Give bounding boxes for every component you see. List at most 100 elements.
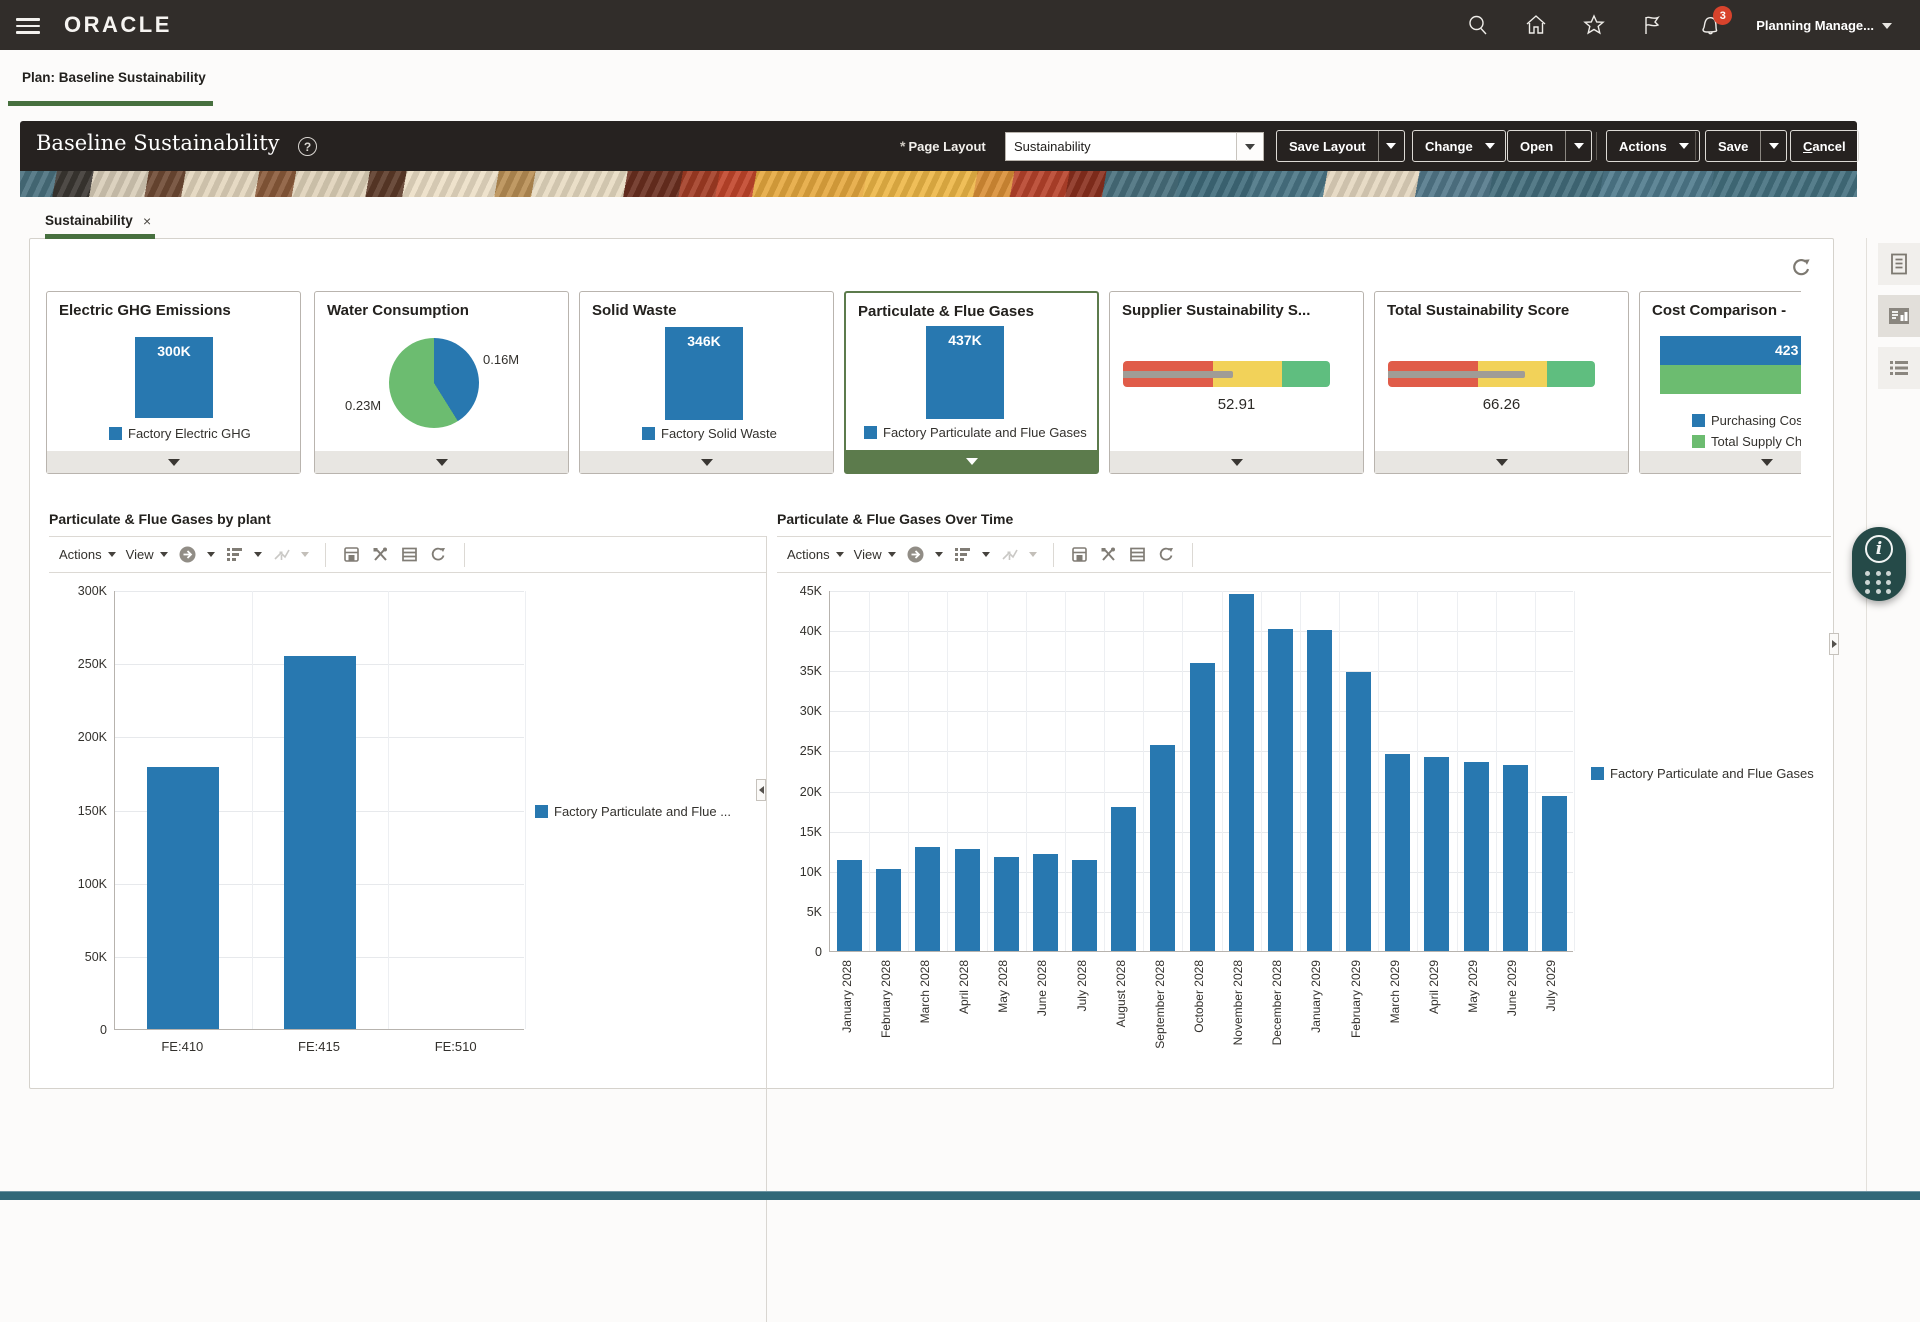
rail-dashboard-icon[interactable] — [1878, 295, 1920, 337]
bar-March 2028[interactable] — [915, 847, 940, 951]
bar-July 2028[interactable] — [1072, 860, 1097, 951]
chart-splitter[interactable] — [766, 536, 767, 1322]
save-layout-button[interactable]: Save Layout — [1276, 130, 1405, 162]
panel-expand-icon[interactable] — [1829, 633, 1839, 655]
bar-March 2029[interactable] — [1385, 754, 1410, 951]
x-axis-label: FE:415 — [251, 1039, 388, 1054]
bar-June 2029[interactable] — [1503, 765, 1528, 951]
save-button[interactable]: Save — [1705, 130, 1787, 162]
bar-May 2028[interactable] — [994, 857, 1019, 951]
chart-panel-over-time: Particulate & Flue Gases Over Time Actio… — [769, 506, 1831, 1091]
bar-January 2029[interactable] — [1307, 630, 1332, 951]
bar-September 2028[interactable] — [1150, 745, 1175, 951]
tile-expander[interactable] — [1640, 451, 1801, 473]
bar-October 2028[interactable] — [1190, 663, 1215, 951]
page-layout-select[interactable]: Sustainability — [1005, 132, 1237, 161]
tab-sustainability-underline — [45, 234, 155, 239]
bar-FE:410[interactable] — [147, 767, 219, 1029]
navigation-menu-icon[interactable] — [16, 14, 40, 36]
tile-expander[interactable] — [846, 450, 1097, 472]
x-axis-label: September 2028 — [1153, 960, 1167, 1049]
open-dropdown-icon[interactable] — [1565, 131, 1591, 161]
y-axis-tick: 35K — [767, 664, 822, 678]
bar-FE:415[interactable] — [284, 656, 356, 1029]
bar-May 2029[interactable] — [1464, 762, 1489, 951]
dashboard-panel: Electric GHG Emissions 300K Factory Elec… — [29, 238, 1834, 1089]
tile-expander[interactable] — [47, 451, 300, 473]
y-axis-tick: 0 — [52, 1023, 107, 1037]
tab-close-icon[interactable]: × — [143, 213, 151, 229]
watchlist-flag-icon[interactable] — [1640, 13, 1664, 37]
favorites-star-icon[interactable] — [1582, 13, 1606, 37]
open-button[interactable]: Open — [1507, 130, 1592, 162]
bar-August 2028[interactable] — [1111, 807, 1136, 951]
y-axis-tick: 45K — [767, 584, 822, 598]
tile-total-sustainability-score[interactable]: Total Sustainability Score 66.26 — [1374, 291, 1629, 474]
tile-expander[interactable] — [1110, 451, 1363, 473]
plan-page-tab[interactable]: Plan: Baseline Sustainability — [22, 70, 206, 85]
tile-legend: Total Supply Ch — [1692, 434, 1801, 449]
bar-April 2028[interactable] — [955, 849, 980, 951]
hbar-total-supply — [1660, 365, 1801, 394]
search-icon[interactable] — [1466, 13, 1490, 37]
tab-sustainability[interactable]: Sustainability — [45, 213, 133, 228]
actions-dropdown-icon[interactable] — [1679, 143, 1689, 149]
gridline — [947, 591, 948, 951]
gridline — [830, 631, 1573, 632]
gridline — [1300, 591, 1301, 951]
home-icon[interactable] — [1524, 13, 1548, 37]
bar-December 2028[interactable] — [1268, 629, 1293, 951]
save-layout-dropdown-icon[interactable] — [1378, 131, 1404, 161]
info-icon[interactable]: i — [1865, 535, 1893, 563]
bar-January 2028[interactable] — [837, 860, 862, 951]
notifications-bell-icon[interactable]: 3 — [1698, 13, 1722, 37]
legend-swatch — [535, 805, 548, 818]
rail-page-layout-icon[interactable] — [1878, 243, 1920, 285]
chart-legend: Factory Particulate and Flue ... — [535, 804, 731, 819]
rail-list-icon[interactable] — [1878, 347, 1920, 389]
splitter-collapse-icon[interactable] — [756, 779, 766, 801]
bar-February 2029[interactable] — [1346, 672, 1371, 951]
tile-expander[interactable] — [315, 451, 568, 473]
x-axis-label: November 2028 — [1231, 960, 1245, 1045]
bar-November 2028[interactable] — [1229, 594, 1254, 951]
tile-water-consumption[interactable]: Water Consumption 0.16M 0.23M — [314, 291, 569, 474]
x-axis-label: January 2028 — [840, 960, 854, 1033]
change-button[interactable]: Change — [1412, 130, 1506, 162]
assistant-widget[interactable]: i — [1852, 527, 1906, 601]
y-axis-tick: 15K — [767, 825, 822, 839]
bar-July 2029[interactable] — [1542, 796, 1567, 951]
user-menu[interactable]: Planning Manage... — [1756, 18, 1892, 33]
tile-electric-ghg-emissions[interactable]: Electric GHG Emissions 300K Factory Elec… — [46, 291, 301, 474]
tile-particulate-flue-gases[interactable]: Particulate & Flue Gases 437K Factory Pa… — [844, 291, 1099, 474]
page: ORACLE 3 Planning Manage... — [0, 0, 1920, 1200]
tile-cost-comparison[interactable]: Cost Comparison - 423 Purchasing Cos Tot… — [1639, 291, 1801, 474]
pie-label-blue: 0.16M — [483, 352, 519, 367]
tile-supplier-sustainability-score[interactable]: Supplier Sustainability S... 52.91 — [1109, 291, 1364, 474]
gridline — [1339, 591, 1340, 951]
gauge-needle — [1123, 371, 1233, 378]
tile-solid-waste[interactable]: Solid Waste 346K Factory Solid Waste — [579, 291, 834, 474]
refresh-icon[interactable] — [1788, 255, 1814, 281]
gridline — [1143, 591, 1144, 951]
actions-button[interactable]: Actions — [1606, 130, 1700, 162]
x-axis-label: July 2029 — [1544, 960, 1558, 1011]
x-axis-label: February 2029 — [1349, 960, 1363, 1038]
bar-April 2029[interactable] — [1424, 757, 1449, 951]
legend-swatch — [642, 427, 655, 440]
gridline — [252, 591, 253, 1029]
page-layout-dropdown-icon[interactable] — [1236, 132, 1264, 161]
tile-title: Solid Waste — [592, 302, 676, 319]
bar-February 2028[interactable] — [876, 869, 901, 951]
tile-expander[interactable] — [1375, 451, 1628, 473]
tile-expander[interactable] — [580, 451, 833, 473]
help-icon[interactable]: ? — [298, 137, 317, 156]
cancel-button[interactable]: Cancel — [1790, 130, 1859, 162]
save-dropdown-icon[interactable] — [1760, 131, 1786, 161]
change-dropdown-icon[interactable] — [1485, 143, 1495, 149]
y-axis-tick: 40K — [767, 624, 822, 638]
y-axis-tick: 250K — [52, 657, 107, 671]
y-axis-tick: 100K — [52, 877, 107, 891]
bar-June 2028[interactable] — [1033, 854, 1058, 951]
mini-bar: 437K — [926, 326, 1004, 419]
